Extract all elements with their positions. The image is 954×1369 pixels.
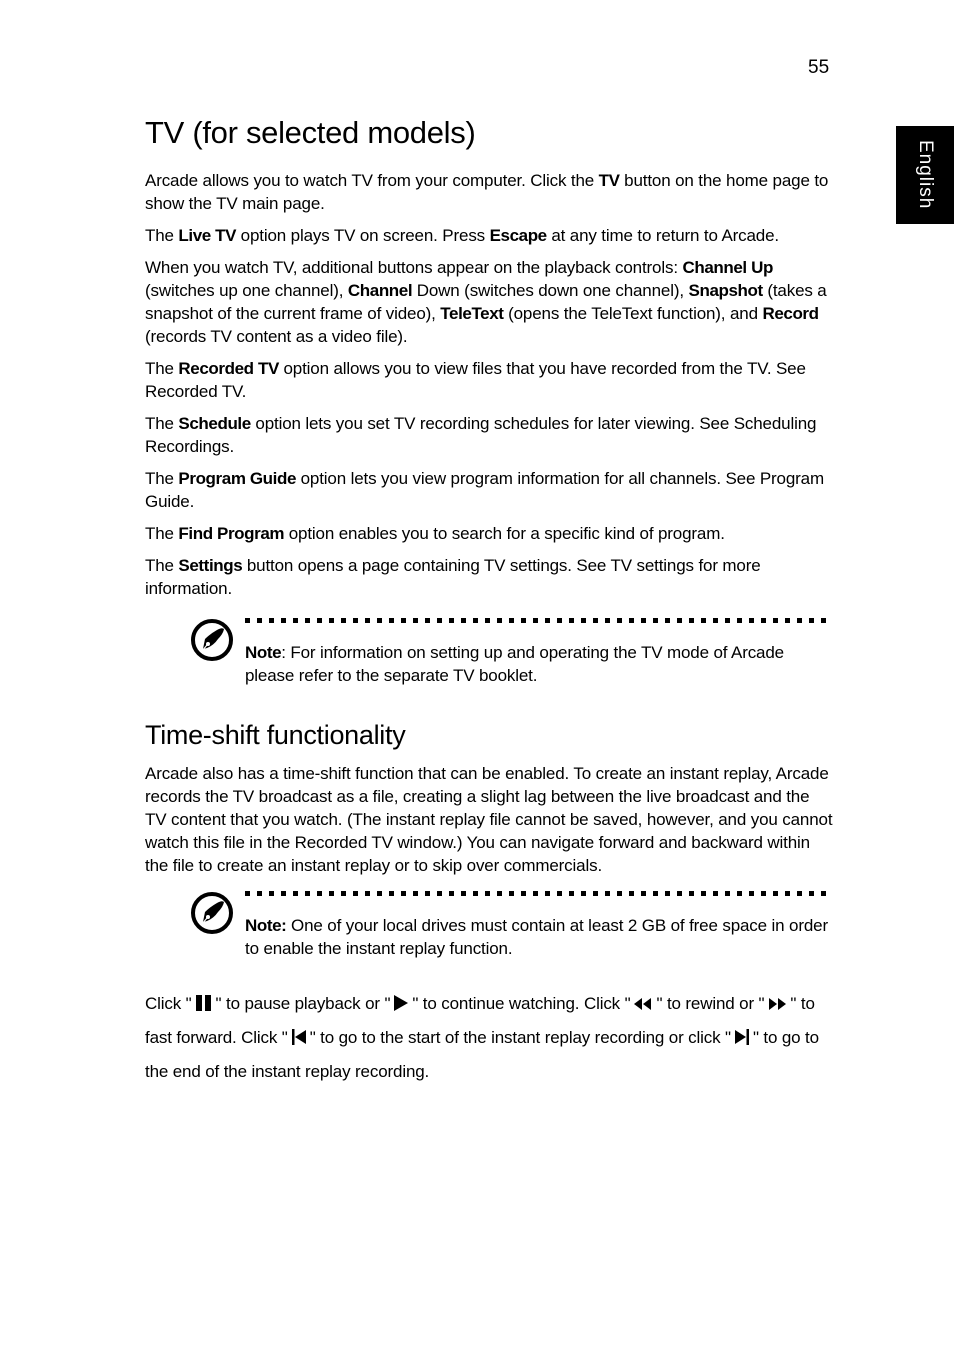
paragraph-schedule: The Schedule option lets you set TV reco…: [145, 412, 835, 458]
paragraph-recorded-tv: The Recorded TV option allows you to vie…: [145, 357, 835, 403]
text: The: [145, 469, 179, 488]
note-divider: [245, 618, 829, 624]
paragraph-tv-intro: Arcade allows you to watch TV from your …: [145, 169, 835, 215]
playback-controls-description: Click " " to pause playback or " " to cont…: [145, 987, 835, 1089]
note-tv-booklet: Note: For information on setting up and …: [190, 618, 835, 688]
text: " to rewind or ": [656, 994, 765, 1013]
note-pen-icon: [191, 619, 233, 661]
text: Click ": [145, 994, 192, 1013]
controls-text: Click " " to pause playback or " " to cont…: [145, 987, 835, 1089]
text: The: [145, 359, 179, 378]
text: Arcade allows you to watch TV from your …: [145, 171, 599, 190]
play-icon: [394, 995, 409, 1011]
text: " to go to the start of the instant repl…: [309, 1028, 731, 1047]
page-content: TV (for selected models) Arcade allows y…: [145, 113, 835, 1089]
bold-term: Recorded TV: [178, 359, 279, 378]
note-pen-icon: [191, 892, 233, 934]
bold-term: Live TV: [178, 226, 237, 245]
text: Down (switches down one channel),: [412, 281, 689, 300]
note-disk-space: Note: One of your local drives must cont…: [190, 891, 835, 961]
paragraph-program-guide: The Program Guide option lets you view p…: [145, 467, 835, 513]
text: When you watch TV, additional buttons ap…: [145, 258, 683, 277]
text: option plays TV on screen. Press: [236, 226, 490, 245]
fast-forward-icon: [769, 998, 787, 1010]
text: : For information on setting up and oper…: [245, 643, 784, 685]
note-label: Note:: [245, 916, 287, 935]
skip-to-end-icon: [734, 1029, 749, 1045]
note-text: Note: For information on setting up and …: [245, 641, 835, 687]
text: (opens the TeleText function), and: [503, 304, 763, 323]
rewind-icon: [634, 998, 652, 1010]
bold-term: Escape: [489, 226, 548, 245]
bold-term: TeleText: [440, 304, 504, 323]
language-tab: English: [896, 126, 954, 224]
bold-term: TV: [598, 171, 620, 190]
bold-term: Channel Up: [682, 258, 773, 277]
bold-term: Settings: [178, 556, 243, 575]
language-tab-label: English: [915, 140, 936, 210]
text: The: [145, 556, 179, 575]
paragraph-playback-buttons: When you watch TV, additional buttons ap…: [145, 256, 835, 348]
text: " to pause playback or ": [215, 994, 391, 1013]
text: The: [145, 226, 179, 245]
paragraph-live-tv: The Live TV option plays TV on screen. P…: [145, 224, 835, 247]
text: (switches up one channel),: [145, 281, 348, 300]
note-label: Note: [245, 643, 282, 662]
text: The: [145, 524, 179, 543]
text: The: [145, 414, 179, 433]
skip-to-start-icon: [291, 1029, 306, 1045]
note-divider: [245, 891, 829, 897]
paragraph-time-shift: Arcade also has a time-shift function th…: [145, 764, 833, 875]
bold-term: Snapshot: [688, 281, 764, 300]
bold-term: Program Guide: [178, 469, 297, 488]
bold-term: Schedule: [178, 414, 251, 433]
bold-term: Record: [762, 304, 819, 323]
section-title-tv: TV (for selected models): [145, 115, 476, 150]
pause-icon: [195, 995, 211, 1011]
bold-term: Channel: [347, 281, 413, 300]
text: option enables you to search for a speci…: [284, 524, 725, 543]
note-text: Note: One of your local drives must cont…: [245, 914, 835, 960]
page-number: 55: [808, 57, 830, 78]
paragraph-settings: The Settings button opens a page contain…: [145, 554, 835, 600]
text: (records TV content as a video file).: [145, 327, 408, 346]
text: at any time to return to Arcade.: [546, 226, 779, 245]
section-title-time-shift: Time-shift functionality: [145, 720, 406, 750]
text: " to continue watching. Click ": [412, 994, 631, 1013]
text: One of your local drives must contain at…: [245, 916, 828, 958]
paragraph-find-program: The Find Program option enables you to s…: [145, 522, 835, 545]
bold-term: Find Program: [178, 524, 285, 543]
